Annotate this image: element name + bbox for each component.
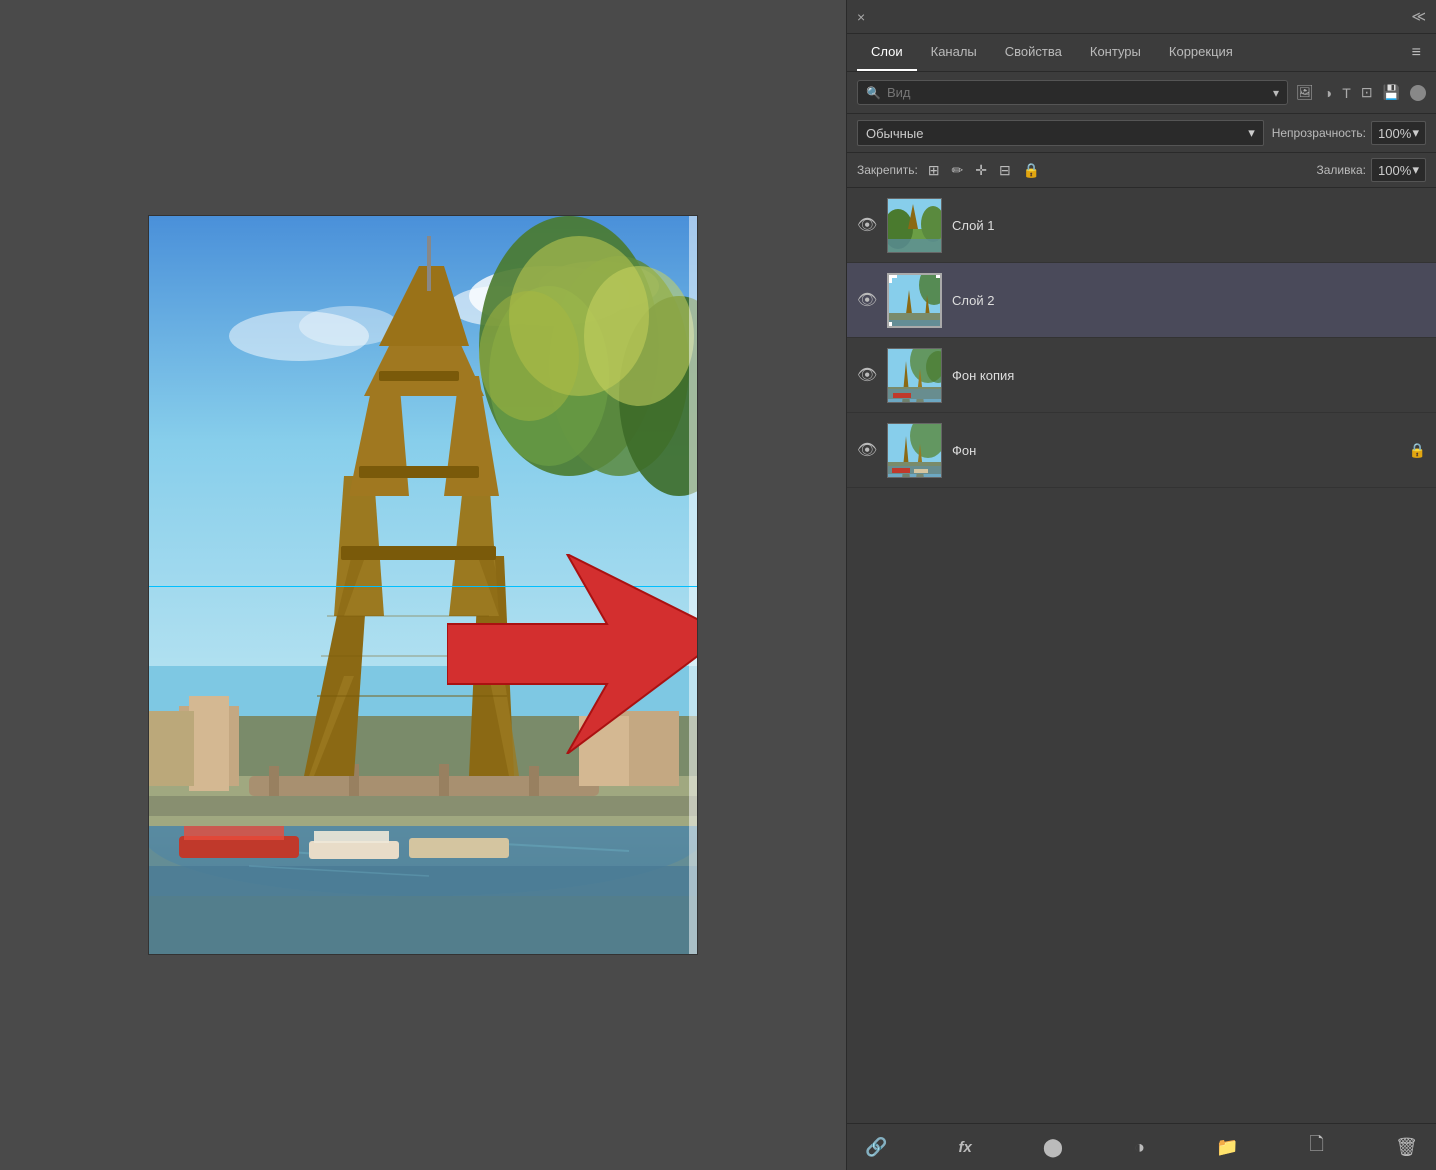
- layer-visibility-toggle[interactable]: 👁: [857, 290, 877, 310]
- blend-mode-dropdown[interactable]: Обычные ▾: [857, 120, 1264, 146]
- add-mask-button[interactable]: ⬤: [1039, 1137, 1067, 1158]
- lock-move-icon[interactable]: ✛: [975, 162, 987, 179]
- lock-label: Закрепить:: [857, 163, 918, 177]
- delete-layer-button[interactable]: 🗑: [1391, 1137, 1422, 1158]
- add-adjustment-button[interactable]: ◑: [1130, 1137, 1149, 1158]
- layer-lock-icon: 🔒: [1409, 442, 1426, 459]
- close-button[interactable]: ×: [857, 9, 865, 25]
- search-icons: 🖼 ◑ T ⊡ 💾: [1296, 84, 1426, 101]
- layers-list: 👁 Слой 1 👁: [847, 188, 1436, 1123]
- layer-item[interactable]: 👁 Фон 🔒: [847, 413, 1436, 488]
- tab-correction[interactable]: Коррекция: [1155, 34, 1247, 71]
- opacity-input[interactable]: 100% ▾: [1371, 121, 1426, 145]
- layer-visibility-toggle[interactable]: 👁: [857, 215, 877, 235]
- blend-mode-value: Обычные: [866, 126, 923, 141]
- circle-icon[interactable]: ◑: [1324, 85, 1332, 101]
- layer-item[interactable]: 👁: [847, 263, 1436, 338]
- tab-layers[interactable]: Слои: [857, 34, 917, 71]
- layer-thumbnail: [887, 423, 942, 478]
- layer-thumbnail: [887, 273, 942, 328]
- opacity-label: Непрозрачность:: [1272, 126, 1366, 140]
- layer-item[interactable]: 👁 Фон копия: [847, 338, 1436, 413]
- new-group-button[interactable]: 📁: [1212, 1137, 1242, 1158]
- lock-artboard-icon[interactable]: ⊟: [999, 162, 1011, 179]
- panel-menu-button[interactable]: ≡: [1407, 39, 1426, 67]
- layer-visibility-toggle[interactable]: 👁: [857, 440, 877, 460]
- lock-brush-icon[interactable]: ✏: [952, 162, 964, 179]
- bottom-toolbar: 🔗 fx ⬤ ◑ 📁 🗋 🗑: [847, 1123, 1436, 1170]
- search-input[interactable]: [887, 85, 1267, 100]
- smart-icon[interactable]: 💾: [1383, 84, 1400, 101]
- fill-dropdown-icon: ▾: [1412, 162, 1419, 178]
- blend-bar: Обычные ▾ Непрозрачность: 100% ▾: [847, 114, 1436, 153]
- lock-pixel-icon[interactable]: ⊞: [928, 162, 940, 179]
- canvas-area: [0, 0, 846, 1170]
- filter-toggle[interactable]: [1410, 85, 1426, 101]
- lock-bar: Закрепить: ⊞ ✏ ✛ ⊟ 🔒 Заливка: 100% ▾: [847, 153, 1436, 188]
- layer-item[interactable]: 👁 Слой 1: [847, 188, 1436, 263]
- layer-thumbnail: [887, 348, 942, 403]
- link-layers-button[interactable]: 🔗: [861, 1137, 891, 1158]
- tab-paths[interactable]: Контуры: [1076, 34, 1155, 71]
- layer-visibility-toggle[interactable]: 👁: [857, 365, 877, 385]
- text-icon[interactable]: T: [1342, 85, 1351, 101]
- search-bar: 🔍 ▾ 🖼 ◑ T ⊡ 💾: [847, 72, 1436, 114]
- tab-channels[interactable]: Каналы: [917, 34, 991, 71]
- fill-value: 100%: [1378, 163, 1411, 178]
- lock-all-icon[interactable]: 🔒: [1023, 162, 1040, 179]
- fill-label: Заливка:: [1316, 163, 1366, 177]
- fill-group: Заливка: 100% ▾: [1316, 158, 1426, 182]
- fx-button[interactable]: fx: [954, 1139, 975, 1156]
- image-icon[interactable]: 🖼: [1296, 84, 1314, 101]
- collapse-button[interactable]: ≪: [1411, 8, 1426, 25]
- panel-header: × ≪: [847, 0, 1436, 34]
- search-dropdown-icon[interactable]: ▾: [1273, 86, 1279, 100]
- layer-name: Слой 1: [952, 218, 1426, 233]
- layer-name: Слой 2: [952, 293, 1426, 308]
- blend-dropdown-icon: ▾: [1248, 125, 1255, 141]
- fill-input[interactable]: 100% ▾: [1371, 158, 1426, 182]
- search-icon: 🔍: [866, 86, 881, 100]
- opacity-dropdown-icon: ▾: [1412, 125, 1419, 141]
- search-wrapper[interactable]: 🔍 ▾: [857, 80, 1288, 105]
- red-arrow: [447, 554, 697, 754]
- main-canvas: [148, 215, 698, 955]
- opacity-group: Непрозрачность: 100% ▾: [1272, 121, 1426, 145]
- tab-properties[interactable]: Свойства: [991, 34, 1076, 71]
- new-layer-button[interactable]: 🗋: [1306, 1132, 1328, 1162]
- opacity-value: 100%: [1378, 126, 1411, 141]
- panel-tabs: Слои Каналы Свойства Контуры Коррекция ≡: [847, 34, 1436, 72]
- layer-name: Фон копия: [952, 368, 1426, 383]
- layers-panel: × ≪ Слои Каналы Свойства Контуры Коррекц…: [846, 0, 1436, 1170]
- transform-icon[interactable]: ⊡: [1361, 84, 1373, 101]
- layer-name: Фон: [952, 443, 1399, 458]
- lock-icons: ⊞ ✏ ✛ ⊟ 🔒: [928, 162, 1040, 179]
- layer-thumbnail: [887, 198, 942, 253]
